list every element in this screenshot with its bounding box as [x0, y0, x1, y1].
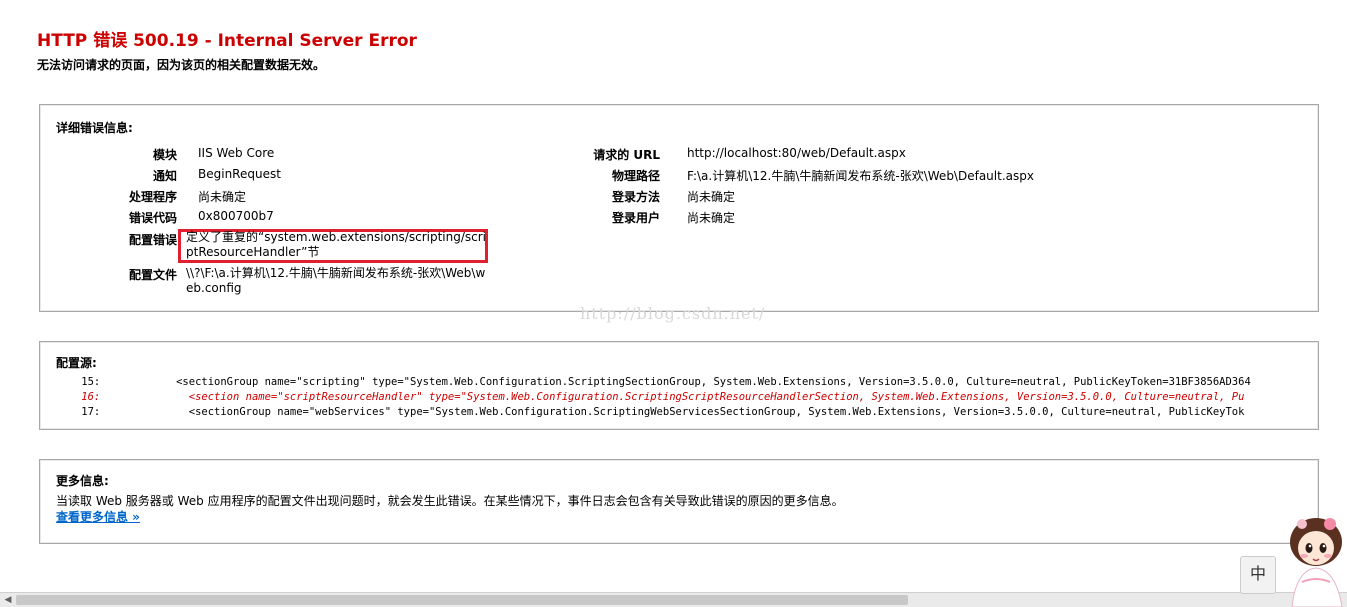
request-url-value: http://localhost:80/web/Default.aspx — [687, 146, 906, 160]
logon-user-value: 尚未确定 — [687, 211, 736, 225]
scrollbar-thumb[interactable] — [16, 595, 908, 605]
scroll-left-arrow-icon[interactable]: ◀ — [1, 594, 15, 606]
logon-method-label: 登录方法 — [611, 190, 660, 204]
error-code-value: 0x800700b7 — [198, 209, 274, 223]
ime-widget-button[interactable]: 中 — [1240, 556, 1276, 594]
logon-user-label: 登录用户 — [611, 211, 660, 225]
error-subtitle: 无法访问请求的页面，因为该页的相关配置数据无效。 — [37, 58, 326, 72]
module-label: 模块 — [152, 148, 177, 162]
mascot-girl-icon — [1290, 518, 1343, 607]
watermark: http://blog.csdn.net/ — [580, 304, 766, 323]
error-code-label: 错误代码 — [128, 211, 177, 225]
details-heading: 详细错误信息: — [56, 121, 133, 135]
logon-method-value: 尚未确定 — [687, 190, 736, 204]
config-file-value: \\?\F:\a.计算机\12.牛腩\牛腩新闻发布系统-张欢\Web\web.c… — [186, 266, 486, 295]
more-info-panel: 更多信息: 当读取 Web 服务器或 Web 应用程序的配置文件出现问题时，就会… — [39, 459, 1319, 544]
config-error-label: 配置错误 — [128, 233, 177, 247]
module-value: IIS Web Core — [198, 146, 275, 160]
handler-label: 处理程序 — [128, 190, 177, 204]
source-line-17: 17: <sectionGroup name="webServices" typ… — [56, 406, 1245, 418]
source-line-15: 15: <sectionGroup name="scripting" type=… — [56, 376, 1251, 388]
notification-label: 通知 — [152, 169, 177, 183]
config-file-label: 配置文件 — [128, 268, 177, 282]
config-source-heading: 配置源: — [56, 356, 97, 370]
handler-value: 尚未确定 — [198, 190, 247, 204]
more-info-text: 当读取 Web 服务器或 Web 应用程序的配置文件出现问题时，就会发生此错误。… — [56, 494, 844, 508]
notification-value: BeginRequest — [198, 167, 281, 181]
error-title: HTTP 错误 500.19 - Internal Server Error — [37, 31, 417, 51]
config-source-panel: 配置源: 15: <sectionGroup name="scripting" … — [39, 341, 1319, 430]
source-line-16-error: 16: <section name="scriptResourceHandler… — [56, 391, 1245, 403]
config-error-value: 定义了重复的“system.web.extensions/scripting/s… — [186, 230, 486, 259]
view-more-info-link[interactable]: 查看更多信息 » — [56, 508, 140, 525]
details-panel: 详细错误信息: 模块 IIS Web Core 通知 BeginRequest … — [39, 104, 1319, 312]
physical-path-label: 物理路径 — [611, 169, 660, 183]
request-url-label: 请求的 URL — [593, 148, 660, 162]
physical-path-value: F:\a.计算机\12.牛腩\牛腩新闻发布系统-张欢\Web\Default.a… — [687, 169, 1034, 183]
more-info-heading: 更多信息: — [56, 474, 109, 488]
horizontal-scrollbar[interactable]: ◀ — [0, 592, 1347, 607]
